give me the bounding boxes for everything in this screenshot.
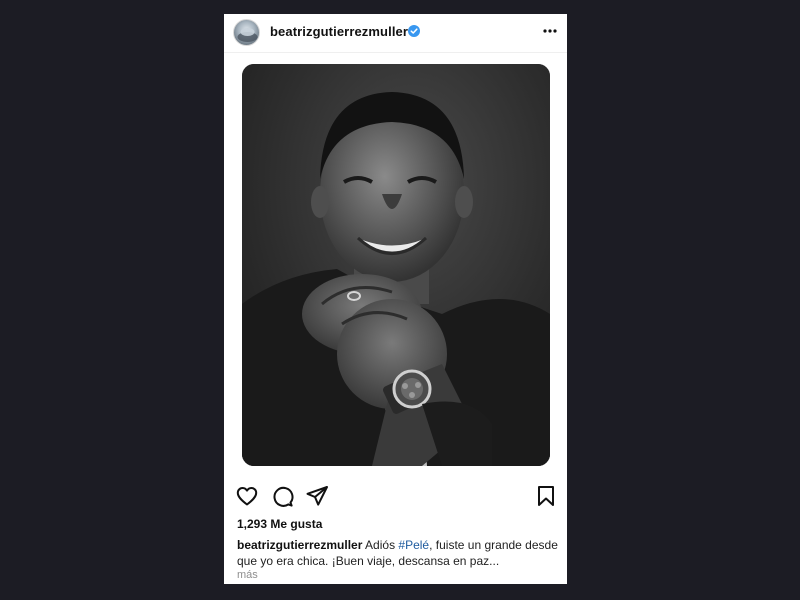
post-header: beatrizgutierrezmuller bbox=[224, 14, 567, 50]
post-actions bbox=[224, 484, 567, 508]
avatar[interactable] bbox=[233, 19, 260, 46]
more-horizontal-icon[interactable] bbox=[542, 23, 558, 39]
caption-hashtag[interactable]: #Pelé bbox=[398, 538, 429, 552]
likes-count[interactable]: 1,293 Me gusta bbox=[237, 517, 322, 531]
bookmark-icon[interactable] bbox=[534, 484, 558, 508]
header-divider bbox=[224, 52, 567, 53]
post-username[interactable]: beatrizgutierrezmuller bbox=[270, 24, 408, 39]
instagram-post: beatrizgutierrezmuller 1,293 Me gusta be… bbox=[224, 14, 567, 584]
heart-icon[interactable] bbox=[235, 484, 259, 508]
comment-icon[interactable] bbox=[270, 484, 294, 508]
caption-username[interactable]: beatrizgutierrezmuller bbox=[237, 538, 362, 552]
post-caption: beatrizgutierrezmuller Adiós #Pelé, fuis… bbox=[237, 537, 559, 569]
verified-badge-icon bbox=[408, 25, 420, 37]
post-photo[interactable] bbox=[242, 64, 550, 466]
caption-text-before: Adiós bbox=[362, 538, 399, 552]
share-icon[interactable] bbox=[305, 484, 329, 508]
more-link[interactable]: más bbox=[237, 569, 258, 581]
